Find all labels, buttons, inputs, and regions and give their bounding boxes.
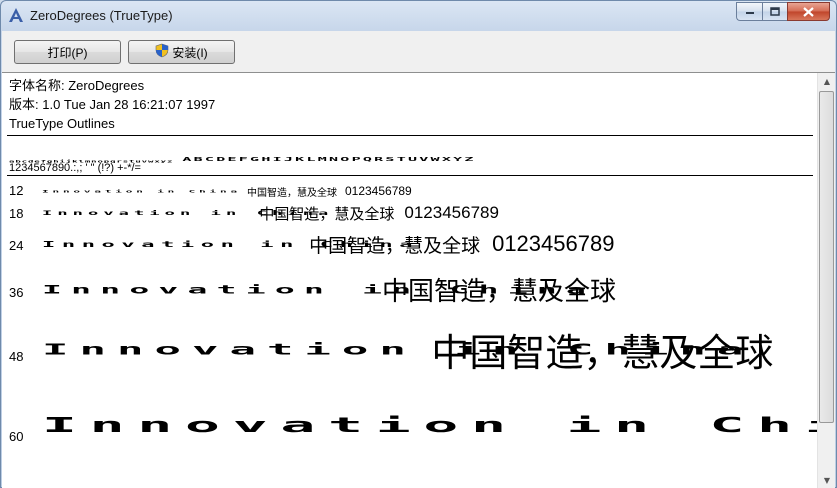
- maximize-icon: [770, 7, 780, 16]
- font-version-line: 版本: 1.0 Tue Jan 28 16:21:07 1997: [9, 97, 216, 112]
- maximize-button[interactable]: [762, 2, 787, 21]
- caption-buttons: [736, 2, 830, 22]
- sample-row-18: Innovation in China 中国智造，慧及全球 0123456789: [42, 200, 499, 226]
- sample-latin-48: Innovation in China: [42, 340, 755, 358]
- font-viewer-window: ZeroDegrees (TrueType) 打印(P) 安装(I) 字体名称:…: [0, 0, 837, 488]
- install-button-label: 安装(I): [172, 45, 208, 60]
- size-label-24: 24: [9, 238, 24, 253]
- font-info: 字体名称: ZeroDegrees 版本: 1.0 Tue Jan 28 16:…: [9, 76, 215, 133]
- install-button[interactable]: 安装(I): [128, 40, 235, 64]
- sample-row-24: Innovation in China 中国智造，慧及全球 0123456789: [42, 228, 614, 260]
- close-button[interactable]: [787, 2, 830, 21]
- separator-bottom: [7, 175, 813, 176]
- minimize-icon: [745, 11, 754, 14]
- scroll-up-arrow-icon[interactable]: ▲: [819, 73, 835, 90]
- sample-latin-24: Innovation in China: [42, 239, 420, 249]
- scroll-down-arrow-icon[interactable]: ▼: [819, 472, 835, 488]
- font-preview-area: 字体名称: ZeroDegrees 版本: 1.0 Tue Jan 28 16:…: [2, 72, 835, 488]
- sample-digits-24: 0123456789: [492, 231, 615, 256]
- charset-uppercase: ABCDEFGHIJKLMNOPQRSTUVWXYZ: [182, 155, 476, 163]
- sample-cjk-12: 中国智造，慧及全球: [246, 187, 337, 199]
- sample-row-48: Innovation in China 中国智造，慧及全球: [42, 321, 773, 377]
- sample-row-12: Innovation in China 中国智造，慧及全球 0123456789: [42, 181, 412, 201]
- title-bar[interactable]: ZeroDegrees (TrueType): [1, 1, 836, 31]
- scrollbar-thumb[interactable]: [819, 91, 834, 423]
- uac-shield-icon: [155, 43, 169, 61]
- sample-latin-36: Innovation in China: [42, 282, 596, 296]
- sample-row-36: Innovation in China 中国智造，慧及全球: [42, 267, 616, 311]
- vertical-scrollbar[interactable]: ▲ ▼: [817, 73, 835, 488]
- size-label-36: 36: [9, 285, 24, 300]
- sample-latin-18: Innovation in China: [42, 209, 334, 217]
- size-label-12: 12: [9, 183, 24, 198]
- sample-digits-12: 0123456789: [344, 184, 412, 198]
- font-app-icon: [8, 7, 24, 23]
- window-title: ZeroDegrees (TrueType): [30, 8, 173, 23]
- print-button-label: 打印(P): [47, 45, 88, 60]
- font-format-line: TrueType Outlines: [9, 116, 115, 131]
- size-label-18: 18: [9, 206, 24, 221]
- size-label-60: 60: [9, 429, 24, 444]
- toolbar: 打印(P) 安装(I): [2, 31, 835, 72]
- sample-latin-60: Innovation in China: [42, 413, 835, 437]
- close-icon: [803, 6, 814, 17]
- sample-latin-12: Innovation in China: [42, 188, 241, 194]
- charset-numbers: 1234567890.:,; ' " (!?) +-*/=: [9, 162, 141, 174]
- font-name-line: 字体名称: ZeroDegrees: [9, 78, 145, 93]
- minimize-button[interactable]: [736, 2, 762, 21]
- size-label-48: 48: [9, 349, 24, 364]
- separator-top: [7, 135, 813, 136]
- print-button[interactable]: 打印(P): [14, 40, 121, 64]
- sample-row-60: Innovation in China: [42, 393, 835, 457]
- sample-digits-18: 0123456789: [404, 203, 499, 222]
